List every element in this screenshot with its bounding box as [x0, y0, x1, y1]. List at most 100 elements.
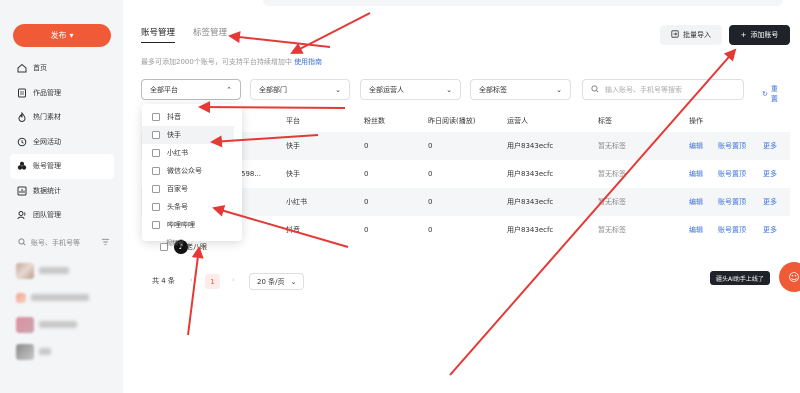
checkbox[interactable]: [152, 203, 160, 211]
sidebar-item-label: 全网活动: [33, 137, 61, 146]
chevron-down-icon: ⌄: [446, 85, 452, 94]
prev-page-icon[interactable]: ‹: [190, 276, 193, 284]
page-size-value: 20 条/页: [257, 277, 285, 286]
chevron-down-icon: ⌄: [556, 85, 562, 94]
cell-fans: 0: [364, 142, 369, 150]
more-link[interactable]: 更多: [763, 225, 777, 235]
fire-icon: [17, 112, 27, 123]
cell-fans: 0: [364, 170, 369, 178]
pin-account-link[interactable]: 账号置顶: [718, 169, 746, 179]
sidebar-item-accounts[interactable]: 账号管理: [10, 154, 114, 179]
edit-link[interactable]: 编辑: [689, 169, 703, 179]
option-label: 微信公众号: [167, 167, 202, 175]
sidebar-account-item[interactable]: [16, 338, 111, 365]
search-placeholder: 输入账号、手机号等搜索: [605, 85, 682, 94]
sidebar-item-home[interactable]: 首页: [10, 56, 114, 81]
guide-link[interactable]: 使用指南: [294, 58, 322, 66]
batch-import-button[interactable]: 批量导入: [660, 25, 722, 45]
sidebar-item-label: 热门素材: [33, 113, 61, 122]
add-account-label: 添加账号: [750, 31, 779, 39]
department-select[interactable]: 全部部门 ⌄: [250, 79, 350, 100]
avatar: [16, 262, 34, 279]
header-actions: 操作: [689, 117, 703, 125]
sidebar-account-item[interactable]: [16, 284, 111, 311]
cell-platform: 小红书: [286, 198, 307, 206]
sidebar-item-label: 账号管理: [33, 162, 61, 171]
cell-account-name: 老八眼: [186, 243, 208, 251]
pin-account-link[interactable]: 账号置顶: [718, 225, 746, 235]
sidebar-account-list: [16, 257, 111, 365]
reset-label: 重置: [770, 85, 778, 103]
tag-select-value: 全部标签: [479, 85, 507, 94]
edit-link[interactable]: 编辑: [689, 197, 703, 207]
sidebar-item-label: 首页: [33, 64, 47, 73]
sidebar: 发布 ▾ 首页 作品管理 热门素材 全网活动 账号管理 数据统计 团队管理 账号…: [0, 0, 123, 393]
checkbox[interactable]: [152, 167, 160, 175]
sidebar-item-team[interactable]: 团队管理: [10, 203, 114, 228]
platform-option[interactable]: 哔哩哔哩: [142, 216, 242, 234]
more-link[interactable]: 更多: [763, 141, 777, 151]
cell-fans: 0: [364, 226, 369, 234]
platform-option[interactable]: 微信公众号: [142, 162, 242, 180]
checkbox[interactable]: [152, 113, 160, 121]
more-link[interactable]: 更多: [763, 197, 777, 207]
platform-option[interactable]: 头条号: [142, 198, 242, 216]
sidebar-item-label: 团队管理: [33, 211, 61, 220]
chevron-down-icon: ⌄: [335, 85, 341, 94]
checkbox[interactable]: [152, 185, 160, 193]
header-operator: 运营人: [507, 117, 528, 125]
cell-tag: 暂无标签: [598, 198, 626, 206]
refresh-icon: ↻: [762, 90, 768, 98]
cell-platform: 抖音: [286, 226, 300, 234]
option-label: 头条号: [167, 203, 188, 211]
checkbox[interactable]: [152, 221, 160, 229]
cell-fans: 0: [364, 198, 369, 206]
tag-select[interactable]: 全部标签 ⌄: [470, 79, 571, 100]
publish-button[interactable]: 发布 ▾: [13, 24, 111, 47]
platform-option[interactable]: 快手: [142, 126, 234, 144]
account-search-input[interactable]: 输入账号、手机号等搜索: [582, 79, 744, 100]
operator-select[interactable]: 全部运营人 ⌄: [360, 79, 461, 100]
more-link[interactable]: 更多: [763, 169, 777, 179]
department-select-value: 全部部门: [259, 85, 287, 94]
platform-option[interactable]: 抖音: [142, 108, 242, 126]
blurred-account-name: [39, 348, 51, 355]
chevron-up-icon: ⌃: [226, 85, 232, 94]
edit-link[interactable]: 编辑: [689, 225, 703, 235]
sidebar-account-item[interactable]: [16, 257, 111, 284]
platform-dropdown: 抖音 快手 小红书 微信公众号 百家号 头条号 哔哩哔哩: [142, 104, 242, 241]
home-icon: [17, 63, 27, 73]
header-tag: 标签: [598, 117, 612, 125]
edit-link[interactable]: 编辑: [689, 141, 703, 151]
sidebar-item-label: 数据统计: [33, 186, 61, 195]
sidebar-item-hot[interactable]: 热门素材: [10, 105, 114, 130]
pin-account-link[interactable]: 账号置顶: [718, 141, 746, 151]
sidebar-nav: 首页 作品管理 热门素材 全网活动 账号管理 数据统计 团队管理: [10, 56, 114, 228]
filter-icon[interactable]: [101, 238, 110, 248]
tab-account-management[interactable]: 账号管理: [141, 26, 176, 43]
tab-tag-management[interactable]: 标签管理: [193, 26, 227, 43]
sidebar-account-item[interactable]: [16, 311, 111, 338]
overlapped-row: ♪ 视频号 老八眼: [160, 240, 207, 254]
sidebar-item-activity[interactable]: 全网活动: [10, 130, 114, 155]
add-account-button[interactable]: + 添加账号: [729, 25, 790, 45]
pin-account-link[interactable]: 账号置顶: [718, 197, 746, 207]
checkbox[interactable]: [152, 131, 160, 139]
sidebar-item-label: 作品管理: [33, 88, 61, 97]
cell-tag: 暂无标签: [598, 226, 626, 234]
ai-helper-tooltip: 疆头AI助手上线了: [710, 271, 770, 285]
platform-select[interactable]: 全部平台 ⌃: [141, 79, 241, 100]
header-platform: 平台: [286, 117, 300, 125]
page-number-1[interactable]: 1: [205, 274, 220, 289]
sidebar-item-works[interactable]: 作品管理: [10, 81, 114, 106]
platform-option[interactable]: 百家号: [142, 180, 242, 198]
sidebar-search[interactable]: 账号、手机号等: [18, 237, 110, 249]
platform-option[interactable]: 小红书: [142, 144, 242, 162]
reset-button[interactable]: ↻ 重置: [762, 84, 778, 104]
sidebar-item-stats[interactable]: 数据统计: [10, 179, 114, 204]
page-size-select[interactable]: 20 条/页 ⌄: [249, 273, 305, 290]
option-label: 哔哩哔哩: [167, 221, 195, 229]
next-page-icon[interactable]: ›: [232, 276, 235, 284]
checkbox[interactable]: [152, 149, 160, 157]
account-limit-hint: 最多可添加2000个账号，可支持平台持续增加中 使用指南: [141, 57, 322, 67]
